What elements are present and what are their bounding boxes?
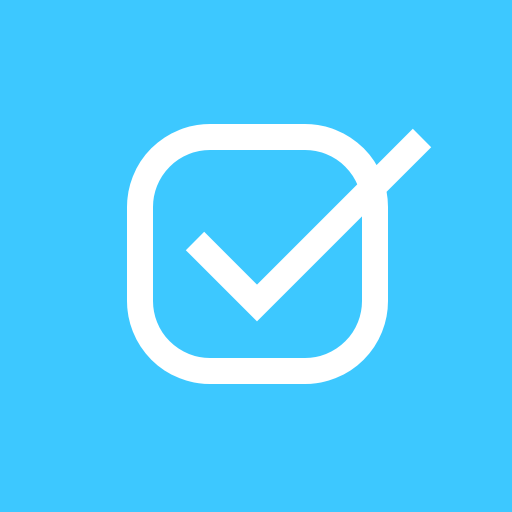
- icon-background: [0, 0, 512, 512]
- app-icon: [0, 0, 512, 512]
- checkbox-checked-icon: [0, 0, 512, 512]
